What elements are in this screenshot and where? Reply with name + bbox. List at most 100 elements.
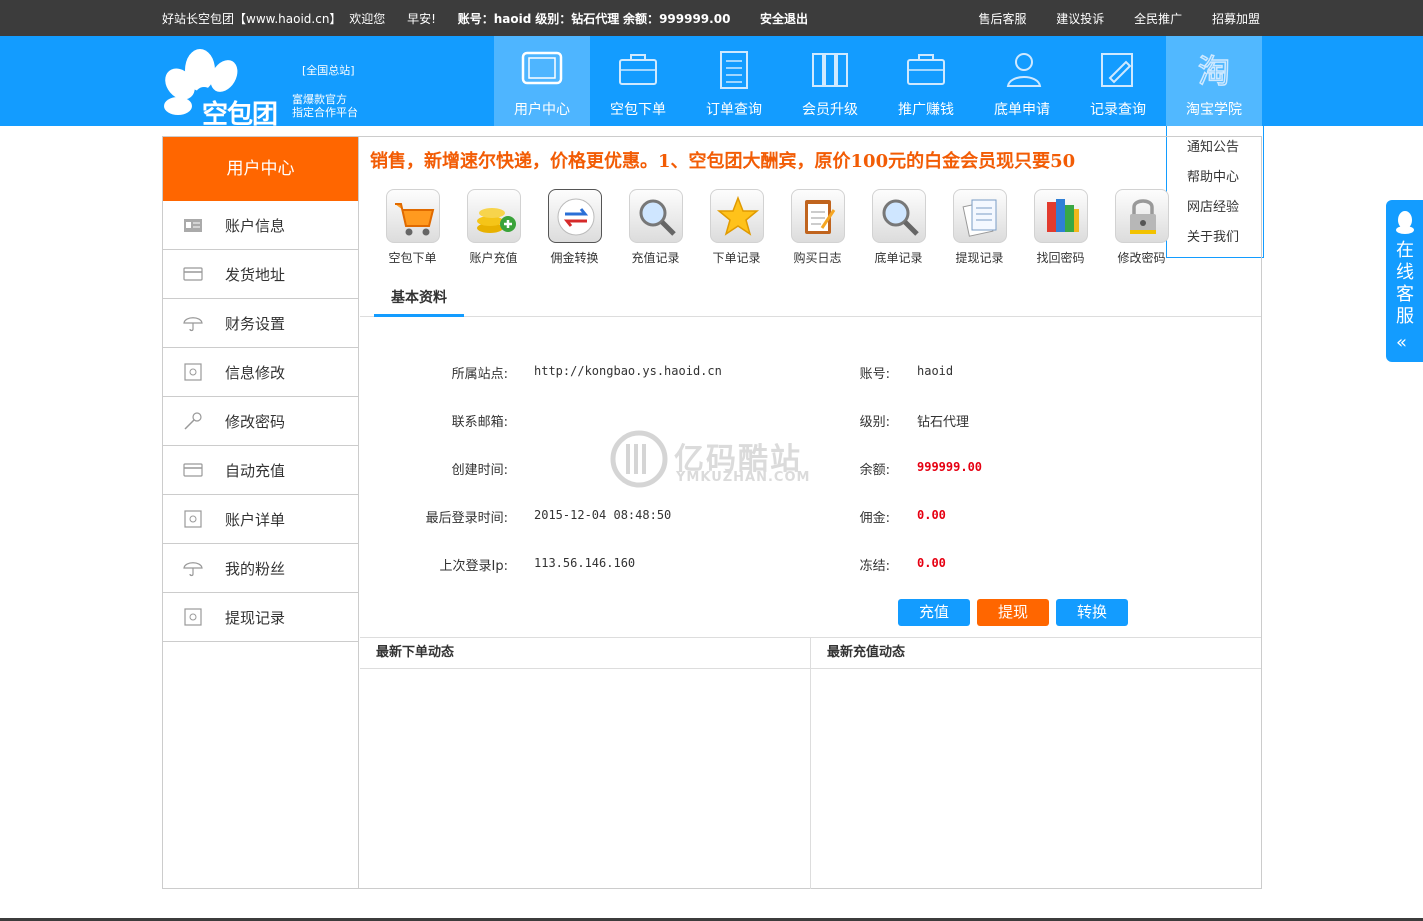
logo-slogan: 富爆款官方 指定合作平台	[292, 93, 358, 119]
quick-purchase-log[interactable]: 购买日志	[777, 189, 858, 269]
quick-receipt-records[interactable]: 底单记录	[858, 189, 939, 269]
announcement-marquee[interactable]: 销售，新增速尔快递，价格更优惠。1、空包团大酬宾，原价100元的白金会员现只要5…	[370, 147, 1160, 173]
nav-label: 空包下单	[610, 102, 666, 118]
sidebar-item-label: 账户信息	[225, 217, 286, 235]
quick-label: 充值记录	[631, 251, 680, 265]
nav-promote-earn[interactable]: 推广赚钱	[878, 36, 974, 126]
quick-recharge-records[interactable]: 充值记录	[615, 189, 696, 269]
sidebar-item-label: 自动充值	[225, 462, 286, 480]
quick-commission-convert[interactable]: 佣金转换	[534, 189, 615, 269]
cart-icon	[394, 203, 434, 236]
nav-label: 记录查询	[1090, 102, 1146, 118]
activity-panels: 最新下单动态 最新充值动态	[360, 637, 1261, 889]
sidebar-item-label: 财务设置	[225, 315, 286, 333]
quick-order-records[interactable]: 下单记录	[696, 189, 777, 269]
level-label: 级别：	[535, 12, 572, 26]
latest-orders-title: 最新下单动态	[360, 638, 810, 669]
account-info-label: 账号:	[859, 367, 890, 382]
quick-account-recharge[interactable]: 账户充值	[453, 189, 534, 269]
books-icon	[812, 53, 848, 87]
svg-text:淘: 淘	[1198, 52, 1230, 90]
level-info-label: 级别:	[859, 415, 890, 430]
quick-label: 空包下单	[388, 251, 437, 265]
magnifier-icon	[639, 199, 676, 236]
latest-orders-panel: 最新下单动态	[360, 638, 811, 889]
last-login-label: 最后登录时间:	[425, 511, 508, 526]
books-icon	[1046, 199, 1079, 232]
link-after-sale[interactable]: 售后客服	[978, 12, 1026, 26]
sidebar-item-shipping-address[interactable]: 发货地址	[163, 250, 358, 299]
site-name: 好站长空包团【www.haoid.cn】	[162, 12, 342, 26]
briefcase-icon	[619, 54, 657, 85]
star-icon	[716, 195, 759, 236]
safe-icon	[184, 363, 202, 381]
users-icon	[1006, 53, 1042, 87]
logo-subtitle: [全国总站]	[302, 64, 355, 77]
sidebar-item-account-info[interactable]: 账户信息	[163, 201, 358, 250]
sidebar-item-change-password[interactable]: 修改密码	[163, 397, 358, 446]
tab-basic-info[interactable]: 基本资料	[374, 283, 464, 317]
quick-actions: 空包下单 账户充值 佣金转换 充值记录 下单记录 购买日志 底单记录 提现记录 …	[372, 189, 1182, 269]
quick-label: 提现记录	[955, 251, 1004, 265]
watermark-sub: YMKUZHAN.COM	[676, 470, 811, 485]
quick-change-password[interactable]: 修改密码	[1101, 189, 1182, 269]
logout-link[interactable]: 安全退出	[760, 10, 808, 27]
site-value: http://kongbao.ys.haoid.cn	[534, 364, 722, 378]
withdraw-button[interactable]: 提现	[977, 599, 1049, 626]
nav-taobao-academy[interactable]: 淘 淘宝学院	[1166, 36, 1262, 126]
welcome-text: 欢迎您	[349, 12, 386, 26]
sidebar-item-label: 发货地址	[225, 266, 286, 284]
quick-label: 购买日志	[793, 251, 842, 265]
notes-icon	[962, 199, 996, 237]
briefcase-icon	[907, 54, 945, 85]
clipboard-icon	[804, 200, 835, 234]
frozen-info-value: 0.00	[917, 556, 946, 570]
nav-user-center[interactable]: 用户中心	[494, 36, 590, 126]
padlock-icon	[1129, 199, 1156, 234]
quick-place-order[interactable]: 空包下单	[372, 189, 453, 269]
commission-info-value: 0.00	[917, 508, 946, 522]
sidebar-item-finance-settings[interactable]: 财务设置	[163, 299, 358, 348]
link-promotion[interactable]: 全民推广	[1134, 12, 1182, 26]
sidebar-item-my-fans[interactable]: 我的粉丝	[163, 544, 358, 593]
nav-receipt-apply[interactable]: 底单申请	[974, 36, 1070, 126]
nav-place-order[interactable]: 空包下单	[590, 36, 686, 126]
sidebar: 用户中心 账户信息 发货地址 财务设置 信息修改 修改密码 自动充值 账户详单	[163, 137, 359, 888]
quick-label: 找回密码	[1036, 251, 1085, 265]
umbrella-icon	[183, 562, 203, 577]
frozen-info-label: 冻结:	[859, 559, 890, 574]
quick-withdraw-records[interactable]: 提现记录	[939, 189, 1020, 269]
last-ip-value: 113.56.146.160	[534, 556, 636, 570]
commission-info-label: 佣金:	[859, 511, 890, 526]
link-join[interactable]: 招募加盟	[1212, 12, 1260, 26]
tab-bar: 基本资料	[360, 283, 1261, 317]
main-frame: 用户中心 账户信息 发货地址 财务设置 信息修改 修改密码 自动充值 账户详单	[162, 136, 1262, 889]
sidebar-item-label: 我的粉丝	[225, 560, 286, 578]
link-complaint[interactable]: 建议投诉	[1056, 12, 1104, 26]
nav-record-query[interactable]: 记录查询	[1070, 36, 1166, 126]
balance-info-value: 999999.00	[917, 460, 983, 474]
recharge-button[interactable]: 充值	[898, 599, 970, 626]
quick-label: 佣金转换	[550, 251, 599, 265]
sidebar-item-auto-recharge[interactable]: 自动充值	[163, 446, 358, 495]
card-icon	[183, 267, 203, 281]
convert-button[interactable]: 转换	[1056, 599, 1128, 626]
key-icon	[184, 412, 202, 430]
balance-label: 余额：	[623, 12, 660, 26]
sidebar-item-account-details[interactable]: 账户详单	[163, 495, 358, 544]
exchange-icon	[557, 198, 594, 236]
umbrella-icon	[183, 317, 203, 332]
magnifier-icon	[882, 199, 919, 236]
latest-recharge-panel: 最新充值动态	[811, 638, 1261, 889]
quick-label: 下单记录	[712, 251, 761, 265]
quick-recover-password[interactable]: 找回密码	[1020, 189, 1101, 269]
account-info-value: haoid	[917, 364, 954, 378]
logo[interactable]: [全国总站] 空包团 富爆款官方 指定合作平台	[162, 46, 362, 130]
sidebar-item-withdraw-records[interactable]: 提现记录	[163, 593, 358, 642]
created-label: 创建时间:	[451, 463, 508, 478]
sidebar-item-info-edit[interactable]: 信息修改	[163, 348, 358, 397]
safe-icon	[184, 608, 202, 626]
nav-order-query[interactable]: 订单查询	[686, 36, 782, 126]
online-service-button[interactable]: 在线客服 «	[1386, 200, 1423, 362]
nav-member-upgrade[interactable]: 会员升级	[782, 36, 878, 126]
